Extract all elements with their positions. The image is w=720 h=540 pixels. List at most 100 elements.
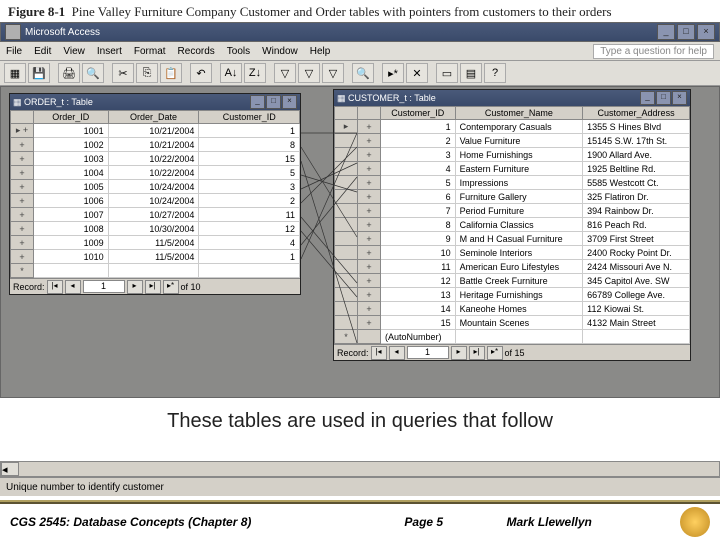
cell-customer-id[interactable]: 2 <box>199 194 300 208</box>
cell-customer-id[interactable]: 4 <box>381 162 456 176</box>
nav-first-icon[interactable]: |◂ <box>47 280 63 294</box>
expand-icon[interactable]: + <box>358 232 381 246</box>
toolbar-apply-filter-icon[interactable]: ▽ <box>322 63 344 83</box>
row-selector[interactable] <box>335 162 358 176</box>
cell-customer-name[interactable]: Home Furnishings <box>455 148 583 162</box>
cell-customer-address[interactable]: 2400 Rocky Point Dr. <box>583 246 690 260</box>
table-row[interactable]: +12Battle Creek Furniture345 Capitol Ave… <box>335 274 690 288</box>
row-selector[interactable] <box>335 134 358 148</box>
toolbar-sort-desc-icon[interactable]: Z↓ <box>244 63 266 83</box>
close-button[interactable]: × <box>672 91 687 105</box>
cell-order-date[interactable]: 10/24/2004 <box>108 194 199 208</box>
customer-datagrid[interactable]: Customer_ID Customer_Name Customer_Addre… <box>334 106 690 344</box>
cell-customer-id[interactable]: 5 <box>199 166 300 180</box>
row-selector[interactable]: + <box>11 250 34 264</box>
toolbar-filter-icon[interactable]: ▽ <box>274 63 296 83</box>
menu-tools[interactable]: Tools <box>227 46 250 57</box>
cell-customer-id[interactable]: 13 <box>381 288 456 302</box>
toolbar-cut-icon[interactable]: ✂ <box>112 63 134 83</box>
cell-customer-id[interactable]: 11 <box>381 260 456 274</box>
table-row[interactable]: +100710/27/200411 <box>11 208 300 222</box>
cell-customer-name[interactable]: Heritage Furnishings <box>455 288 583 302</box>
cell-customer-address[interactable]: 15145 S.W. 17th St. <box>583 134 690 148</box>
row-selector[interactable]: + <box>11 180 34 194</box>
cell-customer-address[interactable]: 2424 Missouri Ave N. <box>583 260 690 274</box>
cell-customer-address[interactable]: 66789 College Ave. <box>583 288 690 302</box>
cell-customer-id[interactable]: 7 <box>381 204 456 218</box>
row-selector[interactable] <box>335 148 358 162</box>
toolbar-view-icon[interactable]: ▦ <box>4 63 26 83</box>
cell-customer-id[interactable]: 11 <box>199 208 300 222</box>
cell-order-date[interactable]: 11/5/2004 <box>108 250 199 264</box>
row-selector[interactable] <box>335 302 358 316</box>
cell-customer-id[interactable]: 15 <box>381 316 456 330</box>
nav-current-record[interactable]: 1 <box>83 280 125 293</box>
cell-order-date[interactable]: 10/22/2004 <box>108 166 199 180</box>
cell-order-id[interactable]: 1010 <box>34 250 109 264</box>
cell-order-id[interactable]: 1003 <box>34 152 109 166</box>
table-row[interactable]: +8California Classics816 Peach Rd. <box>335 218 690 232</box>
row-selector[interactable]: * <box>335 330 358 344</box>
order-table-titlebar[interactable]: ▦ ORDER_t : Table _ □ × <box>10 94 300 110</box>
table-row[interactable]: ▸ +100110/21/20041 <box>11 124 300 138</box>
table-row[interactable]: +6Furniture Gallery325 Flatiron Dr. <box>335 190 690 204</box>
cell-customer-id[interactable]: 6 <box>381 190 456 204</box>
cell-customer-name[interactable]: Eastern Furniture <box>455 162 583 176</box>
row-selector[interactable] <box>335 246 358 260</box>
table-row[interactable]: +100510/24/20043 <box>11 180 300 194</box>
menu-window[interactable]: Window <box>262 46 298 57</box>
cell-customer-id[interactable]: 1 <box>199 124 300 138</box>
cell-customer-address[interactable]: 816 Peach Rd. <box>583 218 690 232</box>
table-row[interactable]: +2Value Furniture15145 S.W. 17th St. <box>335 134 690 148</box>
cell-customer-name[interactable]: Furniture Gallery <box>455 190 583 204</box>
expand-icon[interactable]: + <box>358 288 381 302</box>
row-selector[interactable]: + <box>11 152 34 166</box>
cell-order-id[interactable]: 1005 <box>34 180 109 194</box>
toolbar-undo-icon[interactable]: ↶ <box>190 63 212 83</box>
nav-next-icon[interactable]: ▸ <box>451 346 467 360</box>
cell-order-date[interactable]: 10/21/2004 <box>108 124 199 138</box>
table-row[interactable]: +11American Euro Lifestyles2424 Missouri… <box>335 260 690 274</box>
table-row[interactable]: +5Impressions5585 Westcott Ct. <box>335 176 690 190</box>
col-customer-id[interactable]: Customer_ID <box>381 107 456 120</box>
cell-customer-name[interactable]: Mountain Scenes <box>455 316 583 330</box>
row-selector[interactable]: + <box>11 194 34 208</box>
toolbar-filter-form-icon[interactable]: ▽ <box>298 63 320 83</box>
cell-customer-id[interactable]: 1 <box>381 120 456 134</box>
toolbar-save-icon[interactable]: 💾 <box>28 63 50 83</box>
expand-icon[interactable]: + <box>358 218 381 232</box>
row-selector[interactable] <box>335 218 358 232</box>
table-row[interactable]: +100210/21/20048 <box>11 138 300 152</box>
cell-customer-id[interactable]: 10 <box>381 246 456 260</box>
cell-order-date[interactable]: 10/21/2004 <box>108 138 199 152</box>
expand-icon[interactable]: + <box>358 260 381 274</box>
cell-customer-address[interactable]: 1900 Allard Ave. <box>583 148 690 162</box>
row-selector[interactable]: + <box>11 166 34 180</box>
table-row-new[interactable]: *(AutoNumber) <box>335 330 690 344</box>
menu-help[interactable]: Help <box>310 46 331 57</box>
nav-last-icon[interactable]: ▸| <box>469 346 485 360</box>
cell-customer-name[interactable]: California Classics <box>455 218 583 232</box>
table-row[interactable]: +3Home Furnishings1900 Allard Ave. <box>335 148 690 162</box>
cell-customer-name[interactable]: Kaneohe Homes <box>455 302 583 316</box>
cell-customer-id[interactable]: 3 <box>381 148 456 162</box>
expand-icon[interactable]: + <box>358 120 381 134</box>
toolbar-print-icon[interactable]: 🖨 <box>58 63 80 83</box>
table-row[interactable]: +14Kaneohe Homes112 Kiowai St. <box>335 302 690 316</box>
cell-order-id[interactable]: 1007 <box>34 208 109 222</box>
row-selector[interactable] <box>335 316 358 330</box>
table-row[interactable]: +100911/5/20044 <box>11 236 300 250</box>
cell-order-date[interactable]: 10/24/2004 <box>108 180 199 194</box>
menu-insert[interactable]: Insert <box>97 46 122 57</box>
nav-new-icon[interactable]: ▸* <box>487 346 503 360</box>
table-row[interactable]: ▸+1Contemporary Casuals1355 S Hines Blvd <box>335 120 690 134</box>
col-customer-address[interactable]: Customer_Address <box>583 107 690 120</box>
order-datagrid[interactable]: Order_ID Order_Date Customer_ID ▸ +10011… <box>10 110 300 278</box>
toolbar-copy-icon[interactable]: ⎘ <box>136 63 158 83</box>
expand-icon[interactable]: + <box>358 176 381 190</box>
close-button[interactable]: × <box>282 95 297 109</box>
col-order-date[interactable]: Order_Date <box>108 111 199 124</box>
cell-order-id[interactable]: 1009 <box>34 236 109 250</box>
cell-customer-name[interactable]: Period Furniture <box>455 204 583 218</box>
row-selector[interactable]: * <box>11 264 34 278</box>
